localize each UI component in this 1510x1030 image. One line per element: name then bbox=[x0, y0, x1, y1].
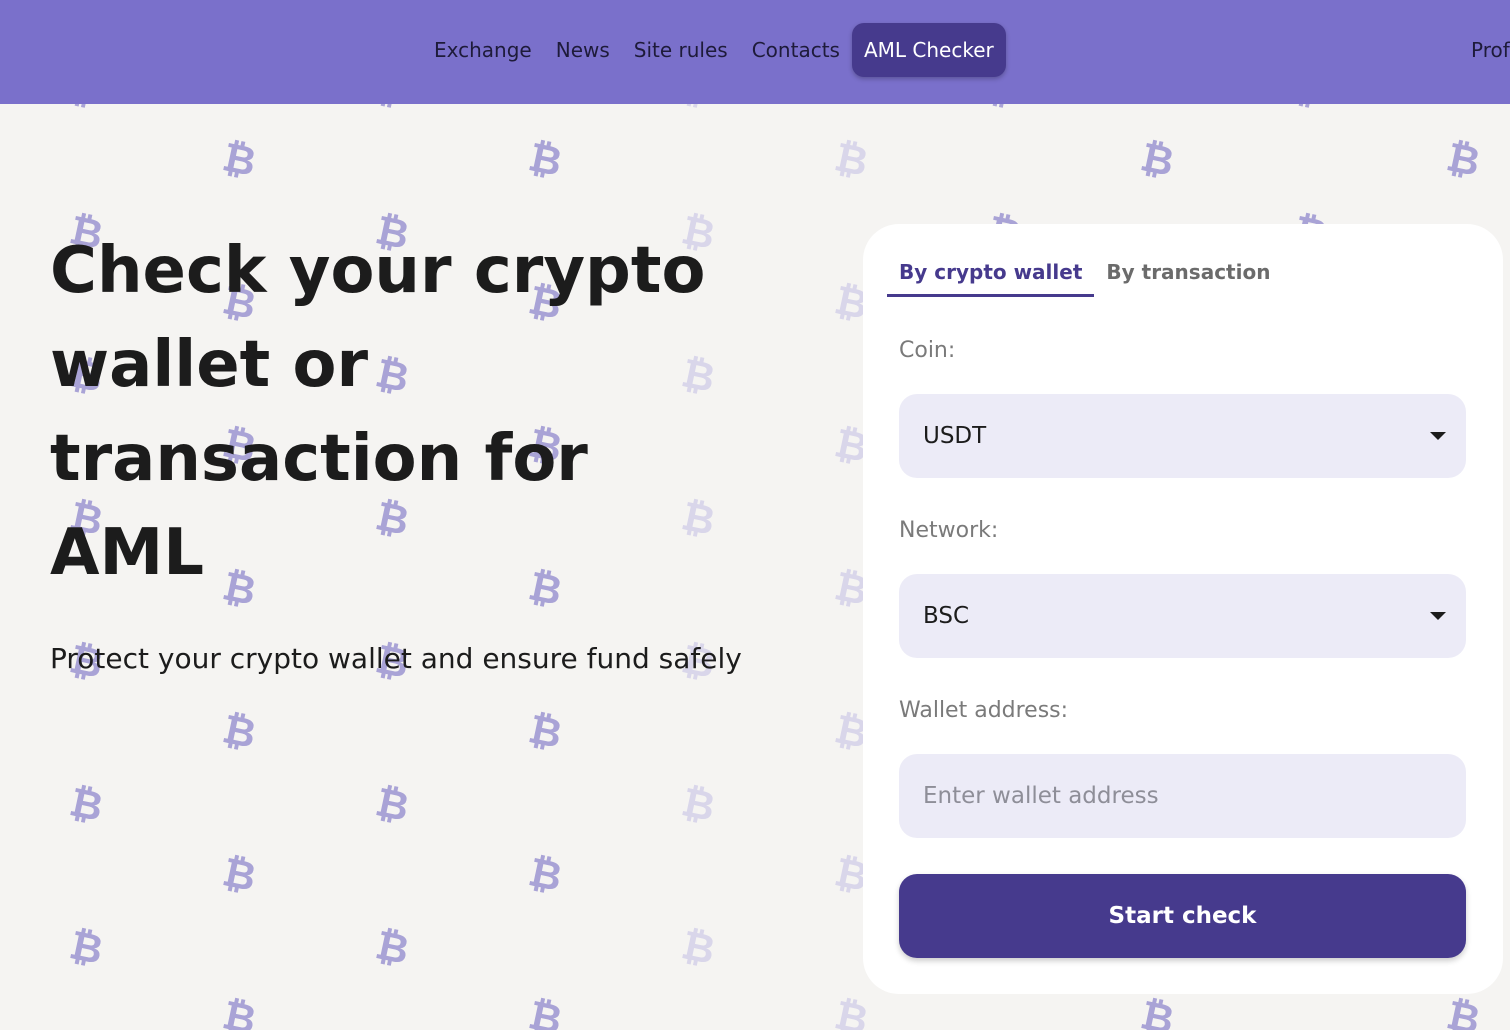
bitcoin-icon: ₿ bbox=[524, 992, 567, 1030]
nav-aml-checker[interactable]: AML Checker bbox=[851, 23, 1006, 77]
top-navigation-bar: Exchange News Site rules Contacts AML Ch… bbox=[0, 0, 1510, 104]
nav-exchange[interactable]: Exchange bbox=[422, 23, 544, 77]
page-subtitle: Protect your crypto wallet and ensure fu… bbox=[50, 642, 742, 675]
tab-by-transaction[interactable]: By transaction bbox=[1094, 254, 1282, 297]
hero-section: Check your crypto wallet or transaction … bbox=[50, 224, 810, 675]
bitcoin-icon: ₿ bbox=[218, 134, 261, 186]
nav-news[interactable]: News bbox=[544, 23, 622, 77]
bitcoin-icon: ₿ bbox=[677, 922, 720, 974]
start-check-button[interactable]: Start check bbox=[899, 874, 1466, 958]
main-nav: Exchange News Site rules Contacts AML Ch… bbox=[422, 23, 1006, 77]
bitcoin-icon: ₿ bbox=[1442, 134, 1485, 186]
network-select[interactable]: BSC bbox=[899, 574, 1466, 658]
page-title-line: transaction for bbox=[50, 422, 588, 496]
chevron-down-icon bbox=[1430, 612, 1446, 620]
wallet-address-input[interactable] bbox=[899, 754, 1466, 838]
bitcoin-icon: ₿ bbox=[371, 922, 414, 974]
tab-by-crypto-wallet[interactable]: By crypto wallet bbox=[887, 254, 1095, 297]
bitcoin-icon: ₿ bbox=[218, 849, 261, 901]
bitcoin-icon: ₿ bbox=[65, 922, 108, 974]
coin-select-value: USDT bbox=[923, 423, 987, 449]
bitcoin-icon: ₿ bbox=[524, 706, 567, 758]
bitcoin-icon: ₿ bbox=[65, 779, 108, 831]
chevron-down-icon bbox=[1430, 432, 1446, 440]
bitcoin-icon: ₿ bbox=[371, 779, 414, 831]
coin-label: Coin: bbox=[899, 338, 956, 363]
network-select-value: BSC bbox=[923, 603, 970, 629]
bitcoin-icon: ₿ bbox=[830, 992, 873, 1030]
bitcoin-icon: ₿ bbox=[524, 134, 567, 186]
bitcoin-icon: ₿ bbox=[1136, 992, 1179, 1030]
coin-select[interactable]: USDT bbox=[899, 394, 1466, 478]
nav-contacts[interactable]: Contacts bbox=[740, 23, 852, 77]
page-title-line: wallet or bbox=[50, 328, 368, 402]
nav-site-rules[interactable]: Site rules bbox=[622, 23, 740, 77]
bitcoin-icon: ₿ bbox=[524, 849, 567, 901]
page-title-line: AML bbox=[50, 516, 204, 590]
network-label: Network: bbox=[899, 518, 999, 543]
bitcoin-icon: ₿ bbox=[1136, 134, 1179, 186]
bitcoin-icon: ₿ bbox=[218, 706, 261, 758]
bitcoin-icon: ₿ bbox=[677, 779, 720, 831]
aml-check-card: By crypto wallet By transaction Coin: US… bbox=[863, 224, 1503, 994]
page-title-line: Check your crypto bbox=[50, 234, 706, 308]
bitcoin-icon: ₿ bbox=[218, 992, 261, 1030]
check-mode-tabs: By crypto wallet By transaction bbox=[887, 254, 1282, 297]
page-title: Check your crypto wallet or transaction … bbox=[50, 224, 810, 600]
wallet-address-label: Wallet address: bbox=[899, 698, 1069, 723]
nav-profile[interactable]: Prof bbox=[1471, 23, 1510, 77]
bitcoin-icon: ₿ bbox=[1442, 992, 1485, 1030]
bitcoin-icon: ₿ bbox=[830, 134, 873, 186]
